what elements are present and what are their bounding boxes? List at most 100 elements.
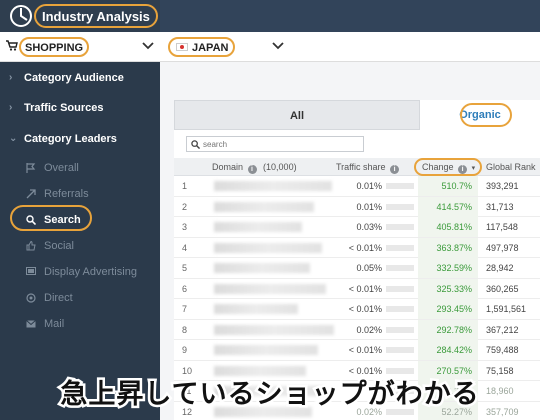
change-value: 325.33%	[418, 278, 478, 299]
traffic-share-value: 0.01%	[356, 181, 382, 191]
sidebar-item-label: Referrals	[44, 188, 89, 200]
table-row[interactable]: 5 0.05% 332.59% 28,942	[174, 258, 540, 279]
country-select[interactable]: JAPAN	[168, 37, 236, 57]
change-value: 292.78%	[418, 319, 478, 340]
info-icon[interactable]: i	[390, 165, 400, 174]
caption-overlay: 急上昇しているショップがわかる	[58, 377, 481, 413]
flag-icon	[26, 163, 36, 173]
traffic-share-bar	[386, 326, 414, 333]
sidebar-item-label: Social	[44, 240, 74, 252]
traffic-share-value: < 0.01%	[348, 304, 382, 314]
traffic-share-value: 0.01%	[356, 201, 382, 212]
domain-blurred[interactable]	[214, 345, 318, 355]
domain-blurred[interactable]	[214, 222, 302, 232]
row-number: 3	[182, 222, 188, 232]
chevron-down-icon[interactable]	[272, 41, 284, 53]
domain-blurred[interactable]	[214, 181, 332, 191]
traffic-share-value: 0.05%	[356, 263, 382, 273]
global-rank-value: 497,978	[486, 242, 519, 253]
global-rank-value: 393,291	[486, 181, 519, 191]
sidebar-item-social[interactable]: Social	[0, 234, 160, 258]
traffic-share-value: 0.02%	[356, 324, 382, 335]
traffic-share-bar	[386, 183, 414, 189]
row-number: 6	[182, 283, 188, 294]
row-number: 2	[182, 201, 188, 212]
global-rank-value: 1,591,561	[486, 304, 527, 314]
column-label: Domain	[212, 162, 244, 172]
country-label: JAPAN	[192, 42, 229, 54]
pie-chart-logo-icon[interactable]	[10, 5, 32, 27]
change-value: 510.7%	[418, 176, 478, 196]
sidebar-item-direct[interactable]: Direct	[0, 286, 160, 310]
info-icon[interactable]: i	[247, 165, 257, 174]
global-rank-value: 360,265	[486, 283, 519, 294]
sidebar-item-display-advertising[interactable]: Display Advertising	[0, 260, 160, 284]
table-row[interactable]: 9 < 0.01% 284.42% 759,488	[174, 340, 540, 361]
sidebar-item-overall[interactable]: Overall	[0, 156, 160, 180]
organic-highlight-ring	[460, 103, 512, 127]
sidebar-item-label: Display Advertising	[44, 266, 137, 278]
domain-blurred[interactable]	[214, 201, 314, 212]
change-value: 332.59%	[418, 258, 478, 278]
row-number: 7	[182, 304, 188, 314]
row-number: 5	[182, 263, 188, 273]
top-bar-right	[160, 0, 540, 32]
search-icon	[191, 140, 200, 149]
domain-blurred[interactable]	[214, 283, 326, 294]
table-row[interactable]: 2 0.01% 414.57% 31,713	[174, 196, 540, 217]
change-value: 363.87%	[418, 237, 478, 258]
domain-blurred[interactable]	[214, 242, 322, 253]
chevron-down-icon[interactable]	[142, 41, 154, 53]
row-number: 4	[182, 242, 188, 253]
domain-blurred[interactable]	[214, 263, 310, 273]
table-row[interactable]: 6 < 0.01% 325.33% 360,265	[174, 278, 540, 299]
domain-blurred[interactable]	[214, 324, 334, 335]
row-number: 1	[182, 181, 188, 191]
change-highlight-ring	[414, 158, 482, 176]
main-content: All Organic Domain i (10,000) Traffic sh…	[160, 62, 540, 420]
category-select[interactable]: SHOPPING	[19, 37, 90, 57]
global-rank-value: 28,942	[486, 263, 514, 273]
app-title[interactable]: Industry Analysis	[34, 4, 158, 28]
table-row[interactable]: 3 0.03% 405.81% 117,548	[174, 217, 540, 238]
domain-blurred[interactable]	[214, 304, 298, 314]
row-number: 9	[182, 345, 188, 355]
table-row[interactable]: 1 0.01% 510.7% 393,291	[174, 176, 540, 197]
sidebar-item-mail[interactable]: Mail	[0, 312, 160, 336]
column-traffic-share[interactable]: Traffic share i	[336, 158, 400, 176]
traffic-share-bar	[386, 306, 414, 312]
column-domain[interactable]: Domain i (10,000)	[212, 158, 297, 176]
tab-all[interactable]: All	[174, 100, 420, 130]
table-header: Domain i (10,000) Traffic share i Change…	[174, 158, 540, 176]
traffic-share-bar	[386, 224, 414, 230]
domain-count: (10,000)	[263, 162, 297, 172]
traffic-share-bar	[386, 347, 414, 353]
sidebar-section-traffic-sources[interactable]: › Traffic Sources	[0, 95, 160, 121]
column-global-rank[interactable]: Global Rank	[486, 158, 536, 176]
table-row[interactable]: 8 0.02% 292.78% 367,212	[174, 319, 540, 340]
mail-icon	[26, 320, 36, 328]
chevron-right-icon: ›	[9, 72, 13, 83]
traffic-share-value: < 0.01%	[348, 345, 382, 355]
filter-bar: SHOPPING JAPAN	[0, 32, 540, 62]
sidebar-section-category-leaders[interactable]: ⌄ Category Leaders	[0, 126, 160, 152]
global-rank-value: 117,548	[486, 222, 518, 232]
change-value: 405.81%	[418, 217, 478, 237]
top-bar: Industry Analysis	[0, 0, 540, 32]
sidebar-section-label: Category Audience	[24, 72, 124, 84]
global-rank-value: 31,713	[486, 201, 514, 212]
referral-icon	[26, 189, 36, 199]
sidebar-section-category-audience[interactable]: › Category Audience	[0, 65, 160, 91]
table-row[interactable]: 4 < 0.01% 363.87% 497,978	[174, 237, 540, 258]
thumbs-up-icon	[26, 241, 36, 251]
global-rank-value: 367,212	[486, 324, 519, 335]
search-input[interactable]	[203, 138, 359, 150]
change-value: 284.42%	[418, 340, 478, 360]
sidebar-item-label: Mail	[44, 318, 65, 330]
table-row[interactable]: 7 < 0.01% 293.45% 1,591,561	[174, 299, 540, 320]
japan-flag-icon	[176, 43, 188, 51]
shopping-cart-icon	[6, 40, 18, 54]
sidebar-item-referrals[interactable]: Referrals	[0, 182, 160, 206]
search-field[interactable]	[186, 136, 364, 152]
sidebar-item-label: Direct	[44, 292, 73, 304]
